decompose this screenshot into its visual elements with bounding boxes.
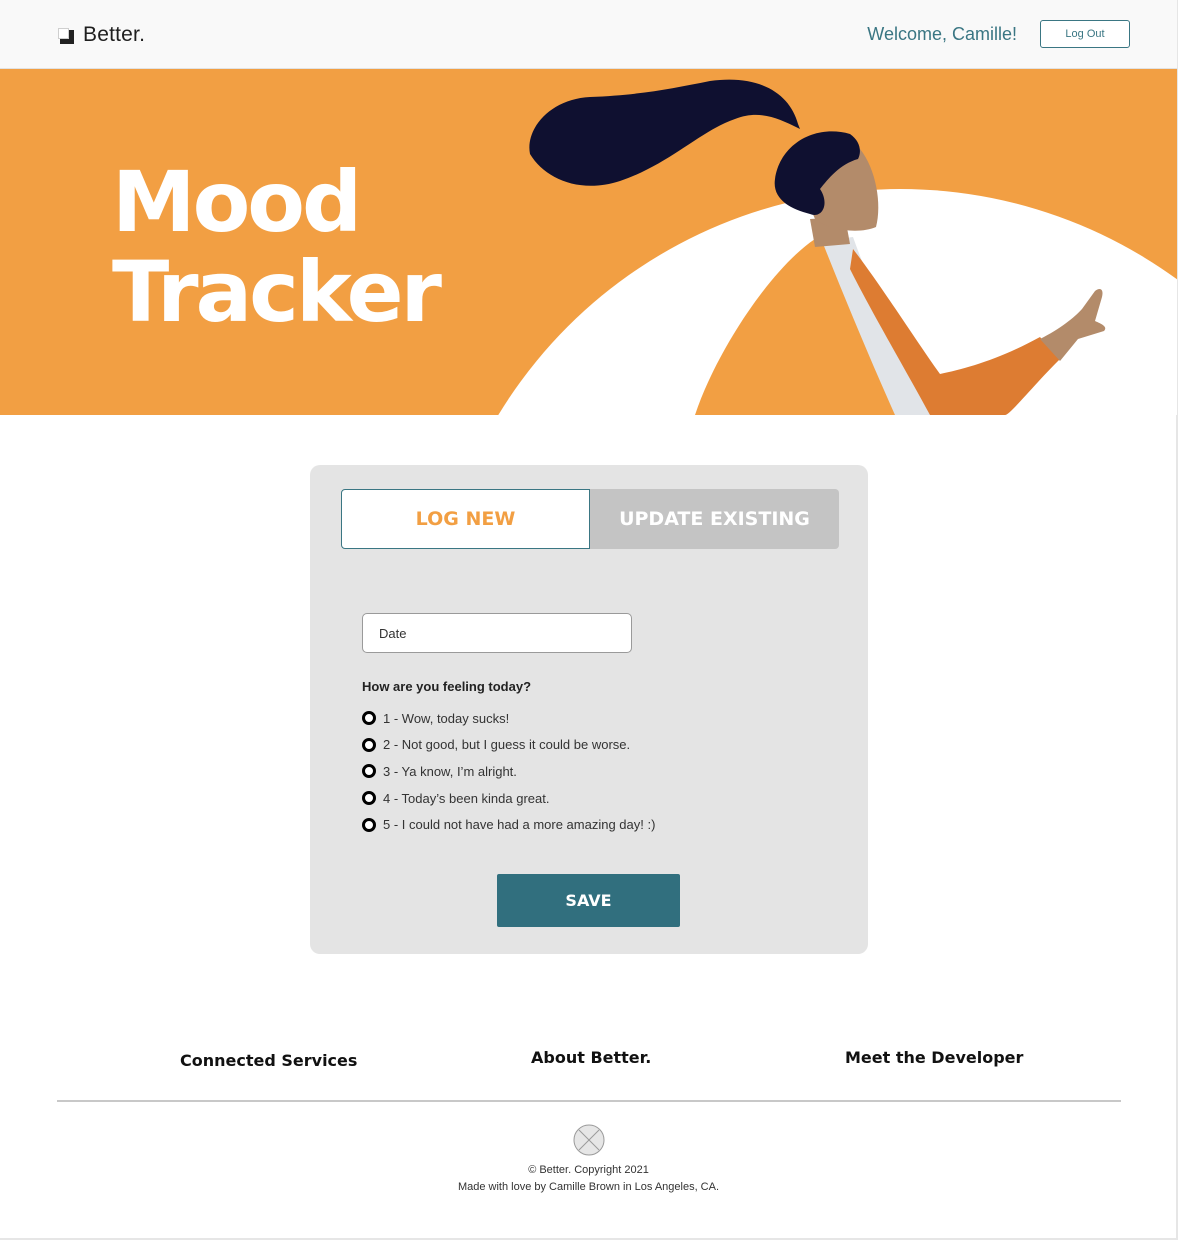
mood-question: How are you feeling today? bbox=[362, 679, 532, 694]
hero-banner: Mood Tracker bbox=[0, 69, 1177, 415]
mood-option-label: 5 - I could not have had a more amazing … bbox=[383, 817, 656, 833]
logout-button[interactable]: Log Out bbox=[1040, 20, 1130, 48]
brand-logo[interactable]: Better. bbox=[56, 22, 145, 48]
image-placeholder-icon bbox=[573, 1124, 605, 1156]
mood-option-2[interactable]: 2 - Not good, but I guess it could be wo… bbox=[362, 732, 655, 759]
date-input[interactable] bbox=[362, 613, 632, 653]
mood-option-label: 4 - Today’s been kinda great. bbox=[383, 790, 550, 806]
mood-options: 1 - Wow, today sucks! 2 - Not good, but … bbox=[362, 705, 655, 838]
footer-divider bbox=[57, 1100, 1121, 1102]
footer-link-connected-services[interactable]: Connected Services bbox=[180, 1051, 357, 1070]
radio-button[interactable] bbox=[362, 737, 376, 752]
mood-option-label: 1 - Wow, today sucks! bbox=[383, 710, 510, 726]
tab-log-new[interactable]: LOG NEW bbox=[341, 489, 590, 549]
mood-option-1[interactable]: 1 - Wow, today sucks! bbox=[362, 705, 655, 732]
footer-link-meet-developer[interactable]: Meet the Developer bbox=[845, 1048, 1023, 1067]
brand-name: Better. bbox=[83, 23, 146, 46]
radio-button[interactable] bbox=[362, 791, 376, 806]
copyright-text: © Better. Copyright 2021 bbox=[528, 1164, 649, 1176]
mood-option-4[interactable]: 4 - Today’s been kinda great. bbox=[362, 785, 655, 812]
save-button[interactable]: SAVE bbox=[497, 874, 680, 927]
made-with-love-text: Made with love by Camille Brown in Los A… bbox=[457, 1181, 720, 1193]
radio-button[interactable] bbox=[362, 711, 376, 726]
logo-icon bbox=[56, 26, 74, 44]
mood-option-label: 3 - Ya know, I’m alright. bbox=[383, 763, 517, 779]
mood-log-card: LOG NEW UPDATE EXISTING How are you feel… bbox=[310, 465, 868, 954]
mood-option-5[interactable]: 5 - I could not have had a more amazing … bbox=[362, 811, 655, 838]
radio-button[interactable] bbox=[362, 764, 376, 779]
radio-button[interactable] bbox=[362, 817, 376, 832]
mood-option-label: 2 - Not good, but I guess it could be wo… bbox=[383, 737, 631, 753]
hero-title-line-2: Tracker bbox=[112, 243, 442, 341]
welcome-message: Welcome, Camille! bbox=[867, 24, 1017, 44]
hero-title: Mood Tracker bbox=[112, 153, 442, 341]
top-navbar: Better. Welcome, Camille! Log Out bbox=[0, 0, 1177, 69]
footer-link-about[interactable]: About Better. bbox=[531, 1048, 651, 1067]
hero-title-line-1: Mood bbox=[112, 153, 362, 251]
mood-option-3[interactable]: 3 - Ya know, I’m alright. bbox=[362, 758, 655, 785]
tab-update-existing[interactable]: UPDATE EXISTING bbox=[590, 489, 839, 549]
